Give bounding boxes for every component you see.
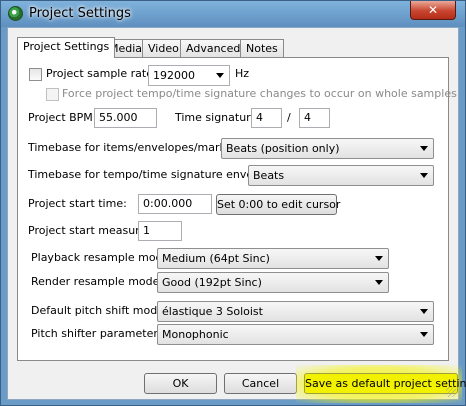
pitch-shift-dropdown[interactable]: élastique 3 Soloist — [157, 301, 434, 322]
title-bar[interactable]: Project Settings ✕ — [1, 1, 465, 27]
render-resample-value: Good (192pt Sinc) — [162, 276, 262, 289]
start-measure-input[interactable]: 1 — [138, 221, 182, 241]
pitch-param-label: Pitch shifter parameter: — [31, 327, 162, 340]
chevron-down-icon — [420, 332, 428, 337]
timebase-items-value: Beats (position only) — [226, 142, 340, 155]
timebase-tempo-value: Beats — [253, 169, 285, 182]
chevron-down-icon — [216, 73, 224, 78]
render-resample-dropdown[interactable]: Good (192pt Sinc) — [157, 272, 389, 293]
playback-resample-dropdown[interactable]: Medium (64pt Sinc) — [157, 248, 389, 269]
start-measure-label: Project start measure: — [28, 224, 150, 237]
timebase-items-label: Timebase for items/envelopes/markers: — [28, 141, 247, 154]
time-signature-label: Time signature — [175, 111, 258, 124]
chevron-down-icon — [375, 256, 383, 261]
window-title: Project Settings — [29, 6, 131, 21]
playback-resample-label: Playback resample mode: — [31, 251, 174, 264]
save-default-settings-button[interactable]: Save as default project settings — [304, 373, 466, 394]
project-settings-panel: Project sample rate: 192000 Hz Force pro… — [17, 57, 457, 361]
chevron-down-icon — [375, 280, 383, 285]
tab-video[interactable]: Video — [142, 39, 185, 57]
sample-rate-dropdown[interactable]: 192000 — [148, 65, 230, 86]
sample-rate-unit: Hz — [235, 67, 250, 80]
time-signature-denominator-input[interactable]: 4 — [299, 108, 330, 128]
timebase-tempo-dropdown[interactable]: Beats — [248, 165, 434, 186]
sample-rate-value: 192000 — [153, 69, 195, 82]
resize-grip[interactable] — [446, 387, 456, 397]
force-whole-samples-checkbox[interactable] — [46, 88, 59, 101]
start-time-input[interactable]: 0:00.000 — [138, 194, 212, 214]
timebase-tempo-label: Timebase for tempo/time signature envelo… — [28, 168, 281, 181]
ok-button[interactable]: OK — [144, 373, 217, 394]
reaper-logo-icon — [8, 6, 23, 21]
close-button[interactable]: ✕ — [410, 1, 456, 20]
sample-rate-checkbox[interactable] — [29, 68, 42, 81]
set-edit-cursor-button[interactable]: Set 0:00 to edit cursor — [216, 194, 340, 215]
pitch-shift-label: Default pitch shift mode: — [31, 304, 168, 317]
dialog-client-area: Project Settings Media Video Advanced No… — [7, 27, 466, 403]
chevron-down-icon — [420, 146, 428, 151]
tab-advanced[interactable]: Advanced — [180, 39, 247, 57]
render-resample-label: Render resample mode: — [31, 275, 164, 288]
tab-notes[interactable]: Notes — [240, 39, 284, 57]
chevron-down-icon — [420, 309, 428, 314]
time-signature-separator: / — [287, 111, 291, 124]
chevron-down-icon — [420, 173, 428, 178]
bpm-label: Project BPM: — [28, 111, 97, 124]
project-settings-window: Project Settings ✕ Project Settings Medi… — [0, 0, 466, 406]
start-time-label: Project start time: — [28, 197, 127, 210]
close-icon: ✕ — [427, 3, 439, 17]
pitch-param-dropdown[interactable]: Monophonic — [157, 324, 434, 345]
cancel-button[interactable]: Cancel — [224, 373, 297, 394]
timebase-items-dropdown[interactable]: Beats (position only) — [221, 138, 434, 159]
playback-resample-value: Medium (64pt Sinc) — [162, 252, 270, 265]
bpm-input[interactable]: 55.000 — [94, 108, 157, 128]
tab-project-settings[interactable]: Project Settings — [17, 37, 116, 58]
force-whole-samples-label: Force project tempo/time signature chang… — [62, 87, 457, 100]
pitch-param-value: Monophonic — [162, 328, 229, 341]
pitch-shift-value: élastique 3 Soloist — [162, 305, 263, 318]
time-signature-numerator-input[interactable]: 4 — [251, 108, 282, 128]
sample-rate-label: Project sample rate: — [46, 67, 157, 80]
